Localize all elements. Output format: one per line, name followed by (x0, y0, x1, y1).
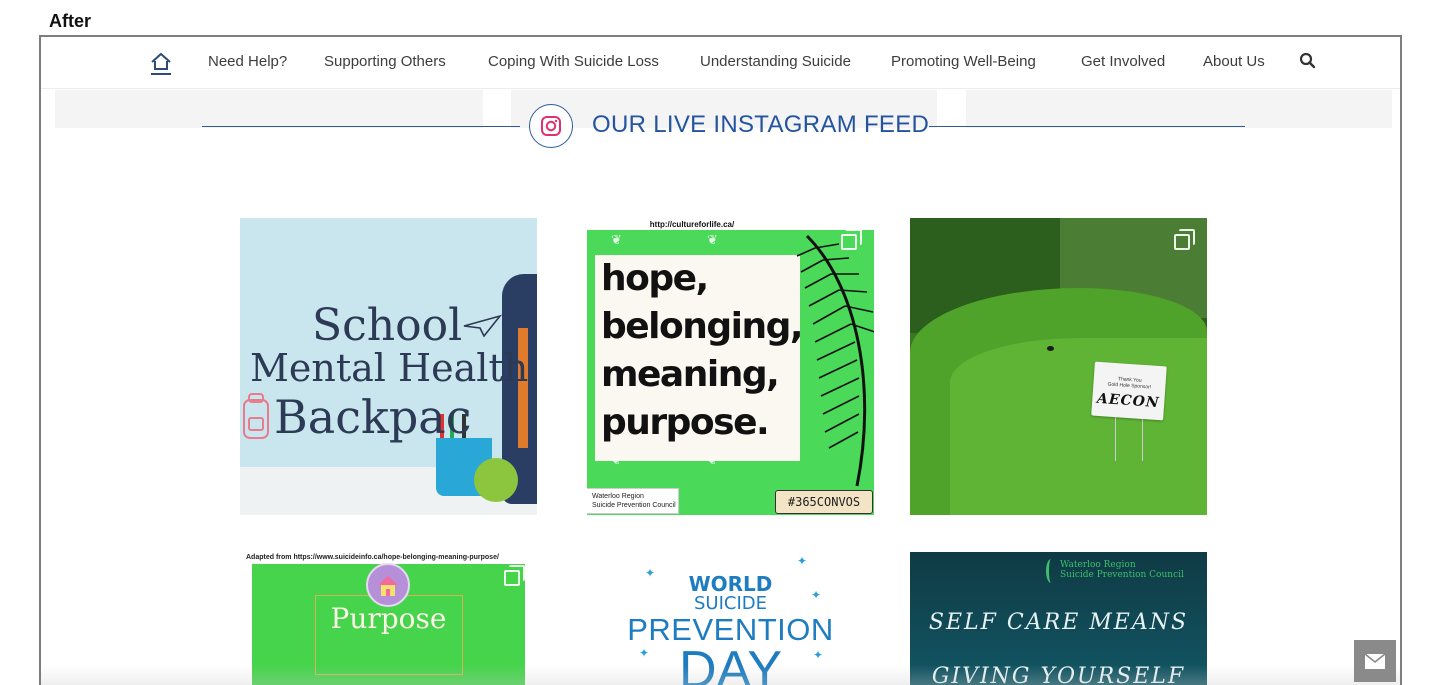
grass-field (950, 338, 1207, 515)
content-band-left (55, 90, 483, 128)
title-rule-left (202, 126, 520, 127)
carousel-icon (504, 565, 526, 588)
main-navigation: Need Help? Supporting Others Coping With… (41, 37, 1400, 89)
nav-item-understanding-suicide[interactable]: Understanding Suicide (700, 53, 851, 70)
nav-item-supporting-others[interactable]: Supporting Others (324, 53, 446, 70)
post-url: http://cultureforlife.ca/ (649, 220, 735, 229)
before-after-label: After (49, 11, 92, 31)
post-url: Adapted from https://www.suicideinfo.ca/… (246, 554, 499, 561)
search-icon[interactable] (1299, 52, 1317, 70)
sign-stake (1115, 416, 1143, 461)
instagram-icon (529, 104, 573, 148)
organization-name-line-2: Suicide Prevention Council (592, 502, 676, 509)
browser-frame: Need Help? Supporting Others Coping With… (39, 35, 1402, 685)
sponsor-sign: Thank You Gold Hole Sponsor! AECON (1091, 361, 1167, 421)
ornament-icon: ❦ (707, 232, 718, 247)
nav-item-about-us[interactable]: About Us (1203, 53, 1265, 70)
post-text-line-1: SELF CARE MEANS (928, 610, 1189, 635)
post-text-line-3: meaning, (601, 354, 780, 395)
instagram-post-world-suicide-prevention-day[interactable]: ✦ ✦ ✦ ✦ ✦ WORLD SUICIDE PREVENTION DAY (587, 552, 874, 685)
ornament-icon: ❦ (611, 232, 622, 247)
post-text-line-3: Backpac (274, 390, 472, 444)
content-band-right (966, 90, 1392, 128)
post-text-line-1: School (312, 300, 463, 351)
post-text-line-1: hope, (601, 258, 709, 299)
post-text-line-2: belonging, (601, 306, 804, 347)
post-text-line-4: purpose. (601, 402, 770, 443)
backpack-outline-icon (243, 393, 269, 439)
organization-name-line-1: Waterloo Region (592, 493, 644, 500)
post-text-line-4: DAY (678, 641, 783, 685)
organization-logo: Waterloo Region Suicide Prevention Counc… (1046, 559, 1184, 583)
organization-logo-badge: Waterloo Region Suicide Prevention Counc… (587, 488, 679, 514)
contact-button[interactable] (1354, 640, 1396, 682)
sponsor-brand: AECON (1096, 390, 1161, 412)
instagram-post-self-care[interactable]: Waterloo Region Suicide Prevention Counc… (910, 552, 1207, 685)
instagram-post-golf-sponsor[interactable]: Thank You Gold Hole Sponsor! AECON (910, 218, 1207, 515)
post-text-line-2: Mental Health (250, 346, 529, 390)
nav-item-need-help[interactable]: Need Help? (208, 53, 287, 70)
instagram-post-purpose[interactable]: Adapted from https://www.suicideinfo.ca/… (240, 552, 537, 685)
envelope-icon (1364, 653, 1386, 669)
post-text-line-2: GIVING YOURSELF (931, 664, 1186, 685)
instagram-feed-title: OUR LIVE INSTAGRAM FEED (592, 111, 930, 138)
paper-plane-icon (463, 314, 502, 338)
post-text-line-1: WORLD (688, 572, 773, 596)
instagram-post-school-mental-health[interactable]: School Mental Health Backpac (240, 218, 537, 515)
nav-item-promoting-well-being[interactable]: Promoting Well-Being (891, 53, 1036, 70)
golf-hole (1047, 346, 1054, 351)
post-word: Purpose (330, 602, 447, 635)
house-icon (366, 563, 410, 607)
organization-name-line-1: Waterloo Region (1060, 560, 1136, 570)
sign-text: Thank You Gold Hole Sponsor! (1093, 375, 1166, 392)
nav-item-get-involved[interactable]: Get Involved (1081, 53, 1165, 70)
nav-item-coping-with-suicide-loss[interactable]: Coping With Suicide Loss (488, 53, 659, 70)
butterfly-icon: ✦ (797, 554, 808, 568)
post-text-line-2: SUICIDE (693, 593, 768, 614)
organization-name-line-2: Suicide Prevention Council (1060, 570, 1184, 580)
instagram-post-hope-belonging[interactable]: http://cultureforlife.ca/ ❦ ❦ ❦ ❦ hope, … (587, 218, 874, 515)
logo-mark (1046, 559, 1056, 583)
carousel-icon (841, 229, 863, 252)
carousel-icon (1174, 229, 1196, 252)
title-rule-right (929, 126, 1245, 127)
hashtag-badge: #365CONVOS (775, 490, 873, 514)
home-icon[interactable] (149, 51, 173, 77)
feather-leaf-icon (796, 234, 874, 487)
apple-graphic (474, 458, 518, 502)
